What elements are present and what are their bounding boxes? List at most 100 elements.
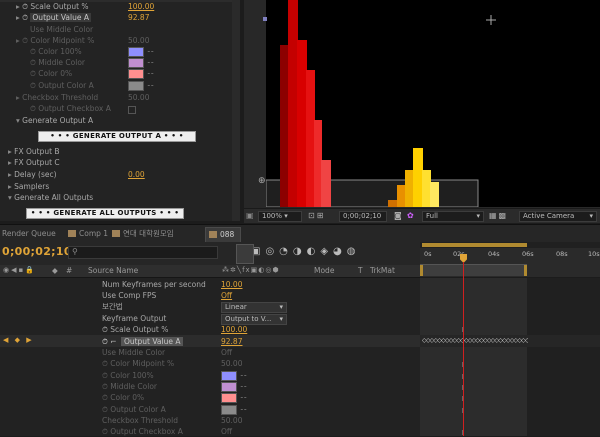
- layer-duration-bar[interactable]: [420, 278, 527, 436]
- tl-color-100-swatch[interactable]: [221, 371, 237, 381]
- tab-label: 연대 대학원모임: [123, 229, 174, 238]
- tl-output-value-a-value[interactable]: 92.87: [221, 336, 242, 347]
- tl-output-color-a-swatch[interactable]: [221, 405, 237, 415]
- crosshair-icon[interactable]: [486, 15, 496, 25]
- stopwatch-icon: ⏱: [30, 81, 36, 90]
- resolution-dropdown[interactable]: Full ▾: [422, 211, 484, 222]
- col-source-name[interactable]: Source Name: [88, 266, 138, 275]
- tl-output-value-a-row[interactable]: ⏱ ⌐ Output Value A: [102, 336, 184, 347]
- zoom-dropdown[interactable]: 100% ▾: [258, 211, 302, 222]
- av-switches-icons[interactable]: ◉◀▪🔒: [3, 266, 36, 274]
- time-navigator-range[interactable]: [422, 243, 527, 247]
- tl-use-comp-fps-value[interactable]: Off: [221, 290, 232, 301]
- timeline-search-input[interactable]: ⚲: [68, 246, 218, 259]
- eyedropper-icon[interactable]: ⁃⁃: [147, 59, 154, 67]
- timeline-timecode[interactable]: 0;00;02;10: [2, 245, 72, 258]
- tab-088[interactable]: 088: [205, 227, 241, 243]
- fx-output-c-group[interactable]: ▸ FX Output C: [8, 157, 60, 168]
- generate-output-a-button[interactable]: • • • GENERATE OUTPUT A • • •: [38, 131, 196, 142]
- stopwatch-icon[interactable]: ⏱: [22, 2, 28, 11]
- ec-color-midpoint-label: Color Midpoint %: [30, 36, 95, 45]
- ec-color-100-label: Color 100%: [38, 47, 82, 56]
- generate-all-outputs-group[interactable]: ▾ Generate All Outputs: [8, 192, 93, 203]
- ec-scale-output-row[interactable]: ▸ ⏱ Scale Output %: [16, 1, 89, 12]
- interpolation-dropdown[interactable]: Linear ▾: [221, 302, 287, 313]
- expand-arrow-icon[interactable]: ▸: [8, 158, 12, 167]
- ec-output-value-a-row[interactable]: ▸ ⏱ Output Value A: [16, 12, 91, 23]
- tab-comp-1[interactable]: Comp 1: [68, 228, 108, 240]
- anchor-point-marker[interactable]: [263, 17, 267, 21]
- effect-controls-panel: ▸ ⏱ Scale Output % 100.00 ▸ ⏱ Output Val…: [0, 0, 240, 221]
- collapse-arrow-icon[interactable]: ▾: [16, 116, 20, 125]
- eyedropper-icon[interactable]: ⁃⁃: [240, 394, 247, 402]
- work-area-end-handle[interactable]: [524, 265, 527, 276]
- keyframe-row-output-value-a[interactable]: ◇◇◇◇◇◇◇◇◇◇◇◇◇◇◇◇◇◇◇◇◇◇◇◇◇◇◇◇◇◇◇◇◇◇◇◇◇◇: [422, 336, 528, 346]
- work-area-bar[interactable]: [420, 264, 527, 276]
- camera-view-dropdown[interactable]: Active Camera ▾: [519, 211, 597, 222]
- stopwatch-icon: ⏱: [22, 36, 29, 45]
- expand-arrow-icon[interactable]: ▸: [8, 170, 12, 179]
- col-trkmat[interactable]: TrkMat: [370, 266, 395, 275]
- samplers-group[interactable]: ▸ Samplers: [8, 181, 49, 192]
- color-100-swatch[interactable]: [128, 47, 144, 57]
- region-transparency-icons[interactable]: ▦▩: [489, 211, 508, 220]
- current-time-display[interactable]: 0;00;02;10: [339, 211, 387, 222]
- eyedropper-icon[interactable]: ⁃⁃: [240, 383, 247, 391]
- ec-output-color-a-row: ⏱ Output Color A: [30, 80, 94, 91]
- tl-middle-color-swatch[interactable]: [221, 382, 237, 392]
- grid-guides-icons[interactable]: ⊡⊞: [308, 211, 325, 220]
- col-t[interactable]: T: [358, 266, 363, 275]
- timeline-track-area[interactable]: ◇◇◇◇◇◇◇◇◇◇◇◇◇◇◇◇◇◇◇◇◇◇◇◇◇◇◇◇◇◇◇◇◇◇◇◇◇◇ I…: [420, 278, 600, 437]
- snapshot-icon[interactable]: ◙: [394, 211, 402, 220]
- time-navigator[interactable]: [420, 242, 600, 248]
- ec-output-value-a-value[interactable]: 92.87: [128, 12, 149, 23]
- stopwatch-icon[interactable]: ⏱: [102, 337, 108, 346]
- tl-color-0-swatch[interactable]: [221, 393, 237, 403]
- effect-panel-scrollbar[interactable]: [232, 0, 240, 221]
- eyedropper-icon[interactable]: ⁃⁃: [240, 372, 247, 380]
- selected-property-row[interactable]: [0, 335, 420, 347]
- collapse-arrow-icon[interactable]: ▾: [8, 193, 12, 202]
- eyedropper-icon[interactable]: ⁃⁃: [147, 82, 154, 90]
- always-preview-icon[interactable]: ▣: [246, 211, 254, 220]
- layer-switches-icons[interactable]: ⁂✲╲fx▣◐◎⬢: [222, 266, 280, 274]
- delay-value[interactable]: 0.00: [128, 169, 145, 180]
- output-color-a-swatch[interactable]: [128, 81, 144, 91]
- tl-color-100-row: ⏱ Color 100%: [102, 370, 154, 381]
- eyedropper-icon[interactable]: ⁃⁃: [147, 70, 154, 78]
- expand-arrow-icon[interactable]: ▸: [8, 147, 12, 156]
- ec-generate-output-a-group[interactable]: ▾ Generate Output A: [16, 115, 93, 126]
- keyframe-navigator[interactable]: ◀ ◆ ▶: [3, 336, 34, 344]
- eyedropper-icon[interactable]: ⁃⁃: [240, 406, 247, 414]
- crosshair-target-icon[interactable]: ⊕: [258, 176, 266, 186]
- delay-row[interactable]: ▸ Delay (sec): [8, 169, 57, 180]
- tl-color-0-row: ⏱ Color 0%: [102, 392, 144, 403]
- work-area-start-handle[interactable]: [420, 265, 423, 276]
- generate-all-outputs-button[interactable]: • • • GENERATE ALL OUTPUTS • • •: [26, 208, 184, 219]
- tab-university-group[interactable]: 연대 대학원모임: [112, 228, 174, 240]
- eyedropper-icon[interactable]: ⁃⁃: [147, 48, 154, 56]
- current-time-indicator-line[interactable]: [463, 262, 464, 436]
- tl-scale-output-value[interactable]: 100.00: [221, 324, 247, 335]
- tl-num-keyframes-value[interactable]: 10.00: [221, 279, 242, 290]
- channels-icon[interactable]: ✿: [407, 211, 414, 220]
- graph-icon[interactable]: ⌐: [110, 337, 116, 346]
- timeline-switch-icons[interactable]: ⊶▣◎◔◑◐◈◕◍: [236, 246, 361, 257]
- tl-middle-color-label: Middle Color: [110, 382, 157, 391]
- col-mode[interactable]: Mode: [314, 266, 334, 275]
- tl-output-checkbox-a-label: Output Checkbox A: [110, 427, 183, 436]
- stopwatch-icon[interactable]: ⏱: [102, 325, 108, 334]
- time-ruler[interactable]: 0s 02s 04s 06s 08s 10s: [420, 242, 600, 277]
- expand-arrow-icon[interactable]: ▸: [8, 182, 12, 191]
- composition-mini-flowchart-button[interactable]: [236, 244, 254, 264]
- ec-scale-output-value[interactable]: 100.00: [128, 1, 154, 12]
- expand-arrow-icon[interactable]: ▸: [16, 2, 20, 11]
- stopwatch-icon[interactable]: ⏱: [22, 13, 28, 22]
- middle-color-swatch[interactable]: [128, 58, 144, 68]
- color-0-swatch[interactable]: [128, 69, 144, 79]
- composition-canvas[interactable]: [266, 0, 600, 207]
- ec-middle-color-row: ⏱ Middle Color: [30, 57, 85, 68]
- expand-arrow-icon[interactable]: ▸: [16, 13, 20, 22]
- tab-render-queue[interactable]: Render Queue: [2, 228, 56, 240]
- fx-output-b-group[interactable]: ▸ FX Output B: [8, 146, 60, 157]
